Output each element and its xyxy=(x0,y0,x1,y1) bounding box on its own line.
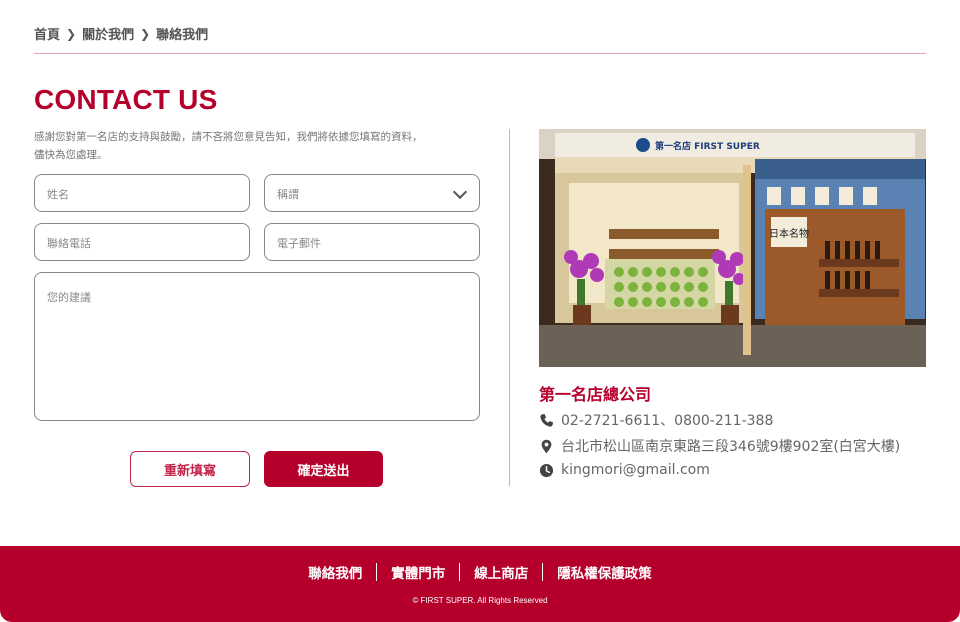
email-text[interactable]: kingmori@gmail.com xyxy=(561,462,710,478)
phone-field[interactable]: 聯絡電話 xyxy=(34,223,250,261)
store-photo: 日本名物 第一名店 FIRST SUPER xyxy=(539,129,926,367)
address-text: 台北市松山區南京東路三段346號9樓902室(白宮大樓) xyxy=(561,439,901,455)
intro-line: 感謝您對第一名店的支持與鼓勵，請不吝將您意見告知，我們將依據您填寫的資料， xyxy=(34,131,423,143)
store-logo-icon xyxy=(636,138,650,152)
footer-link-stores[interactable]: 實體門市 xyxy=(377,562,459,582)
footer-link-privacy[interactable]: 隱私權保護政策 xyxy=(543,562,666,582)
intro-text: 感謝您對第一名店的支持與鼓勵，請不吝將您意見告知，我們將依據您填寫的資料， 儘快… xyxy=(34,128,484,164)
breadcrumb-divider xyxy=(34,53,926,54)
store-illustration: 日本名物 第一名店 FIRST SUPER xyxy=(539,129,926,367)
phone-placeholder: 聯絡電話 xyxy=(47,237,91,250)
message-textarea[interactable]: 您的建議 xyxy=(34,272,480,421)
name-placeholder: 姓名 xyxy=(47,188,69,201)
message-placeholder: 您的建議 xyxy=(47,291,91,304)
footer: 聯絡我們 實體門市 線上商店 隱私權保護政策 © FIRST SUPER. Al… xyxy=(0,546,960,622)
chevron-down-icon xyxy=(452,184,468,200)
breadcrumb-home[interactable]: 首頁 xyxy=(34,24,60,43)
chevron-right-icon: ❯ xyxy=(66,26,77,41)
address-info: 台北市松山區南京東路三段346號9樓902室(白宮大樓) xyxy=(539,436,900,456)
company-name: 第一名店總公司 xyxy=(539,385,652,404)
breadcrumb-about[interactable]: 關於我們 xyxy=(82,24,134,43)
chevron-right-icon: ❯ xyxy=(140,26,151,41)
footer-link-shop[interactable]: 線上商店 xyxy=(460,562,542,582)
map-marker-icon xyxy=(541,439,552,453)
phone-icon xyxy=(540,413,554,427)
breadcrumb-current: 聯絡我們 xyxy=(156,28,209,43)
title-select[interactable]: 稱謂 xyxy=(264,174,480,212)
title-placeholder: 稱謂 xyxy=(277,188,299,201)
phone-info: 02-2721-6611、0800-211-388 xyxy=(539,410,773,430)
name-field[interactable]: 姓名 xyxy=(34,174,250,212)
column-divider xyxy=(509,129,510,486)
phone-text: 02-2721-6611、0800-211-388 xyxy=(561,413,774,429)
email-field[interactable]: 電子郵件 xyxy=(264,223,480,261)
breadcrumb: 首頁 ❯ 關於我們 ❯ 聯絡我們 xyxy=(34,24,209,44)
email-placeholder: 電子郵件 xyxy=(277,237,321,250)
reset-button[interactable]: 重新填寫 xyxy=(130,451,250,487)
footer-nav: 聯絡我們 實體門市 線上商店 隱私權保護政策 xyxy=(0,562,960,582)
page-title: CONTACT US xyxy=(34,84,218,115)
submit-button[interactable]: 確定送出 xyxy=(264,451,383,487)
store-sign: 第一名店 FIRST SUPER xyxy=(655,140,760,152)
intro-line: 儘快為您處理。 xyxy=(34,149,108,161)
footer-link-contact[interactable]: 聯絡我們 xyxy=(294,562,376,582)
shelf-sign: 日本名物 xyxy=(769,227,809,240)
copyright: © FIRST SUPER. All Rights Reserved xyxy=(412,596,548,605)
email-info: kingmori@gmail.com xyxy=(539,462,710,478)
clock-icon xyxy=(539,463,554,477)
